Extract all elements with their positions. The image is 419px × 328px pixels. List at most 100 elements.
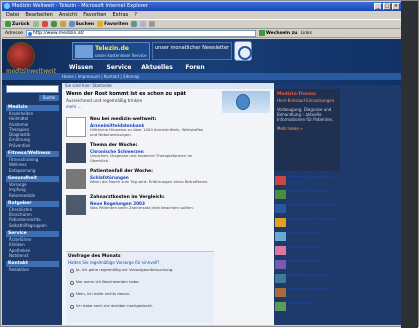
right-link[interactable]: Erfahren Sie mehr über Allergien	[274, 174, 340, 187]
sub-nav[interactable]: Home | Impressum | Kontakt | Sitemap	[2, 73, 402, 80]
item-icon	[275, 260, 286, 269]
sidebar-section: Medizin Krankheiten Heilmittel Anatomie …	[6, 105, 59, 148]
item-icon	[275, 204, 286, 213]
right-link[interactable]: Newsletter abonnieren	[274, 272, 340, 285]
newsletter-icon[interactable]	[234, 41, 252, 61]
poll-option[interactable]: Nur wenn ich Beschwerden habe.	[66, 279, 214, 291]
favorites-button[interactable]: Favoriten	[97, 21, 128, 27]
radio-button[interactable]	[70, 269, 74, 273]
item-icon	[275, 246, 286, 255]
right-link[interactable]: Tipps für gesunden Schlaf	[274, 202, 340, 215]
sidebar-link[interactable]: Notdienst	[6, 253, 59, 258]
nav-wissen[interactable]: Wissen	[62, 63, 100, 72]
sidebar-link[interactable]: Reisemedizin	[6, 193, 59, 198]
sidebar-link[interactable]: Prävention	[6, 143, 59, 148]
feature-more-link[interactable]: Mehr lesen »	[277, 126, 337, 131]
site-header: medizinweltweit Telezin.de unser kostenl…	[2, 39, 402, 85]
forward-icon	[32, 21, 39, 27]
story-thumbnail[interactable]	[66, 117, 86, 137]
poll-option[interactable]: Nein, ich halte nichts davon.	[66, 291, 214, 303]
lead-subline: Ausreichend und regelmäßig trinken	[66, 98, 143, 103]
address-input[interactable]: http://www.medizin.at/	[25, 29, 256, 37]
menu-ansicht[interactable]: Ansicht	[59, 11, 77, 19]
right-link[interactable]: Kindergesundheit	[274, 244, 340, 257]
right-link[interactable]: Buchtipps des Monats	[274, 286, 340, 299]
sidebar-section: Kontakt Redaktion	[6, 261, 59, 272]
home-button[interactable]	[59, 21, 66, 27]
nav-aktuelles[interactable]: Aktuelles	[138, 63, 176, 72]
story-title: Patientenfall der Woche:	[90, 169, 153, 174]
mail-icon	[140, 21, 147, 27]
menu-extras[interactable]: Extras	[112, 11, 128, 19]
poll-option[interactable]: Ich habe noch nie darüber nachgedacht.	[66, 303, 214, 315]
print-button[interactable]	[149, 21, 156, 27]
forward-button[interactable]	[32, 21, 39, 27]
poll-title: Umfrage des Monats	[68, 254, 121, 259]
poll-option[interactable]: Ja, ich gehe regelmäßig zur Vorsorgeunte…	[66, 267, 214, 279]
right-column: Medizin-Thema: Herz-Kreislauf-Erkrankung…	[274, 83, 340, 325]
minimize-button[interactable]: _	[374, 3, 382, 10]
search-button[interactable]: Suchen	[68, 21, 94, 27]
sidebar-link[interactable]: Redaktion	[6, 267, 59, 272]
ad-banner[interactable]: Telezin.de unser kostenloser Service	[72, 42, 150, 60]
story-teaser: Wenn die Nacht zum Tag wird: Erfahrungen…	[90, 180, 209, 184]
menu-favoriten[interactable]: Favoriten	[83, 11, 106, 19]
right-link[interactable]: Neues aus der Forschung	[274, 216, 340, 229]
address-bar: Adresse http://www.medizin.at/ Wechseln …	[2, 29, 402, 38]
right-link[interactable]: Gewinnspiel	[274, 300, 340, 313]
water-drop-icon	[236, 94, 250, 110]
feature-box[interactable]: Medizin-Thema: Herz-Kreislauf-Erkrankung…	[274, 89, 340, 171]
refresh-button[interactable]	[50, 21, 57, 27]
lead-image[interactable]	[222, 91, 270, 113]
search-submit-button[interactable]: Suche	[39, 95, 59, 101]
story-thumbnail[interactable]	[66, 143, 86, 163]
right-link[interactable]: Gesund im Urlaub	[274, 230, 340, 243]
refresh-icon	[50, 21, 57, 27]
links-label[interactable]: Links	[300, 31, 312, 36]
search-icon	[68, 21, 75, 27]
menu-help[interactable]: ?	[134, 11, 137, 19]
ie-icon	[4, 3, 10, 9]
back-icon	[5, 21, 11, 27]
logo-globe-icon[interactable]	[8, 43, 34, 69]
sidebar-link[interactable]: Entspannung	[6, 168, 59, 173]
close-button[interactable]: ×	[392, 3, 400, 10]
history-button[interactable]	[131, 21, 138, 27]
story-teaser: Hilfreiche Hinweise zu über 1000 Arzneim…	[90, 128, 204, 137]
sidebar-section: Service Ärzteführer Kliniken Apotheken N…	[6, 231, 59, 258]
radio-button[interactable]	[70, 305, 74, 309]
go-button[interactable]: Wechseln zu	[258, 30, 297, 36]
maximize-button[interactable]: □	[383, 3, 391, 10]
menu-bar: Datei Bearbeiten Ansicht Favoriten Extra…	[2, 11, 402, 19]
story-item: Zahnarztkosten im Vergleich: Neue Regelu…	[66, 195, 214, 217]
stop-button[interactable]	[41, 21, 48, 27]
nav-foren[interactable]: Foren	[176, 63, 214, 72]
story-item: Thema der Woche: Chronische Schmerzen Ur…	[66, 143, 214, 165]
banner-image	[75, 45, 93, 58]
story-item: Neu bei medizin-weltweit: Arzneimittelda…	[66, 117, 214, 139]
story-item: Patientenfall der Woche: Schlafstörungen…	[66, 169, 214, 191]
window-controls: _ □ ×	[374, 2, 400, 11]
left-sidebar: Suche Medizin Krankheiten Heilmittel Ana…	[6, 83, 59, 323]
lead-more-link[interactable]: mehr ...	[66, 104, 194, 109]
search-input[interactable]	[6, 85, 59, 93]
nav-service[interactable]: Service	[100, 63, 138, 72]
item-icon	[275, 218, 286, 227]
sidebar-link[interactable]: Selbsthilfegruppen	[6, 223, 59, 228]
story-thumbnail[interactable]	[66, 195, 86, 215]
newsletter-box[interactable]: unser monatlicher Newsletter	[152, 42, 232, 60]
story-thumbnail[interactable]	[66, 169, 86, 189]
poll-box: Umfrage des Monats Halten Sie regelmäßig…	[66, 251, 214, 323]
lead-headline[interactable]: Wenn der Rost kommt ist es schon zu spät	[66, 91, 194, 97]
story-teaser: Was Patienten beim Zahnersatz jetzt beac…	[90, 206, 194, 210]
toolbar: Zurück Suchen Favoriten	[2, 19, 402, 29]
radio-button[interactable]	[70, 281, 74, 285]
menu-bearbeiten[interactable]: Bearbeiten	[25, 11, 52, 19]
right-link[interactable]: Richtig bewegen	[274, 258, 340, 271]
stop-icon	[41, 21, 48, 27]
right-link[interactable]: Ratgeber Ernährung	[274, 188, 340, 201]
back-button[interactable]: Zurück	[5, 21, 30, 27]
menu-datei[interactable]: Datei	[6, 11, 19, 19]
mail-button[interactable]	[140, 21, 147, 27]
radio-button[interactable]	[70, 293, 74, 297]
